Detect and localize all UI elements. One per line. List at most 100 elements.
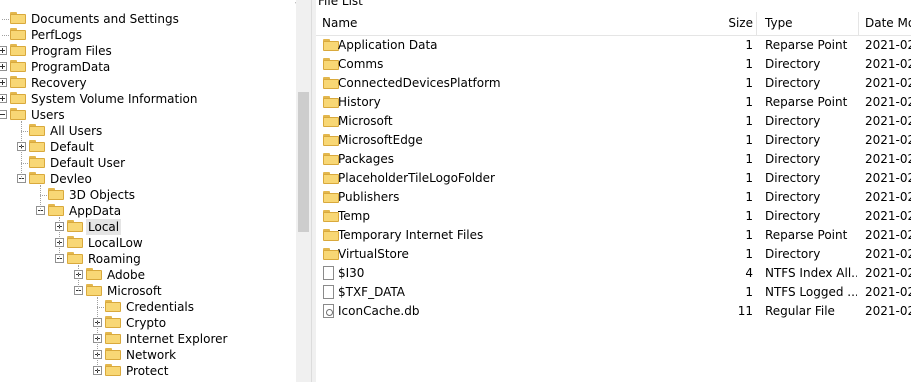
- tree-item[interactable]: Default User: [0, 155, 296, 171]
- tree-item[interactable]: Users: [0, 107, 296, 123]
- expand-icon[interactable]: [0, 94, 7, 103]
- column-header-size[interactable]: Size: [696, 12, 753, 35]
- tree-item[interactable]: AppData: [0, 203, 296, 219]
- file-name: Temporary Internet Files: [338, 228, 484, 242]
- tree-item-label: Protect: [126, 364, 169, 378]
- tree-item[interactable]: Internet Explorer: [0, 331, 296, 347]
- tree-item[interactable]: Recovery: [0, 75, 296, 91]
- file-name: ConnectedDevicesPlatform: [338, 76, 501, 90]
- file-row[interactable]: PlaceholderTileLogoFolder 1 Directory 2021-…: [316, 169, 911, 188]
- file-size: 1: [745, 133, 753, 147]
- file-size: 1: [745, 38, 753, 52]
- tree-item[interactable]: Local: [0, 219, 296, 235]
- folder-icon: [10, 92, 26, 104]
- file-size: 1: [745, 152, 753, 166]
- file-size: 4: [745, 266, 753, 280]
- expand-icon[interactable]: [0, 62, 7, 71]
- tree-item[interactable]: Roaming: [0, 251, 296, 267]
- file-name: VirtualStore: [338, 247, 409, 261]
- file-type: Reparse Point: [765, 95, 848, 109]
- folder-icon: [323, 39, 339, 51]
- file-row[interactable]: Comms 1 Directory 2021-02: [316, 55, 911, 74]
- file-type: NTFS Index All...: [765, 266, 857, 280]
- file-row[interactable]: Publishers 1 Directory 2021-02: [316, 188, 911, 207]
- folder-icon: [86, 284, 102, 296]
- tree-item[interactable]: Program Files: [0, 43, 296, 59]
- tree-guide-line: [21, 121, 22, 179]
- file-size: 1: [745, 171, 753, 185]
- file-icon: [323, 285, 334, 299]
- file-name: Publishers: [338, 190, 400, 204]
- tree-item[interactable]: Crypto: [0, 315, 296, 331]
- file-name: MicrosoftEdge: [338, 133, 423, 147]
- collapse-icon[interactable]: [0, 110, 7, 119]
- tree-item-label: Roaming: [88, 252, 141, 266]
- file-row[interactable]: VirtualStore 1 Directory 2021-02: [316, 245, 911, 264]
- file-row[interactable]: Temporary Internet Files 1 Reparse Point 20…: [316, 226, 911, 245]
- tree-scrollbar[interactable]: [296, 0, 311, 382]
- tree-item-label: PerfLogs: [31, 28, 83, 42]
- column-header-type[interactable]: Type: [765, 12, 857, 35]
- tree-item[interactable]: Credentials: [0, 299, 296, 315]
- file-row[interactable]: Packages 1 Directory 2021-02: [316, 150, 911, 169]
- folder-icon: [10, 44, 26, 56]
- tree-item-label: All Users: [50, 124, 103, 138]
- file-name: Application Data: [338, 38, 438, 52]
- file-row[interactable]: Temp 1 Directory 2021-02: [316, 207, 911, 226]
- folder-icon: [29, 124, 45, 136]
- file-type: Directory: [765, 247, 821, 261]
- tree-item[interactable]: 3D Objects: [0, 187, 296, 203]
- tree-item[interactable]: ProgramData: [0, 59, 296, 75]
- folder-icon: [48, 204, 64, 216]
- tree-item[interactable]: Default: [0, 139, 296, 155]
- column-divider[interactable]: [858, 12, 859, 35]
- tree-scrollbar-thumb[interactable]: [298, 92, 309, 232]
- file-list-title: File List: [318, 0, 363, 8]
- tree-item[interactable]: Microsoft: [0, 283, 296, 299]
- file-size: 1: [745, 247, 753, 261]
- tree-connector: [2, 19, 9, 20]
- tree-item[interactable]: Network: [0, 347, 296, 363]
- file-date: 2021-02: [865, 171, 911, 185]
- folder-icon: [323, 229, 339, 241]
- file-row[interactable]: $TXF_DATA 1 NTFS Logged ... 2021-02: [316, 283, 911, 302]
- tree-connector: [2, 35, 9, 36]
- tree-item[interactable]: System Volume Information: [0, 91, 296, 107]
- tree-item[interactable]: PerfLogs: [0, 27, 296, 43]
- column-divider[interactable]: [756, 12, 757, 35]
- folder-icon: [29, 140, 45, 152]
- tree-item[interactable]: Documents and Settings: [0, 11, 296, 27]
- folder-icon: [10, 28, 26, 40]
- file-row[interactable]: Microsoft 1 Directory 2021-02: [316, 112, 911, 131]
- tree-item[interactable]: Adobe: [0, 267, 296, 283]
- folder-icon: [323, 210, 339, 222]
- tree-item-label: System Volume Information: [31, 92, 198, 106]
- folder-icon: [323, 248, 339, 260]
- file-row[interactable]: $I30 4 NTFS Index All... 2021-02: [316, 264, 911, 283]
- folder-icon: [10, 60, 26, 72]
- column-header-name[interactable]: Name: [322, 12, 692, 35]
- file-row[interactable]: IconCache.db 11 Regular File 2021-02: [316, 302, 911, 321]
- column-header-date[interactable]: Date Mo: [865, 12, 911, 35]
- file-row[interactable]: ConnectedDevicesPlatform 1 Directory 2021-0…: [316, 74, 911, 93]
- file-type: Directory: [765, 114, 821, 128]
- file-date: 2021-02: [865, 95, 911, 109]
- folder-icon: [105, 300, 121, 312]
- tree-item[interactable]: LocalLow: [0, 235, 296, 251]
- tree-item[interactable]: All Users: [0, 123, 296, 139]
- tree-connector: [21, 163, 28, 164]
- expand-icon[interactable]: [0, 78, 7, 87]
- folder-tree-pane[interactable]: × Documents and SettingsPerfLogsProgram …: [0, 0, 312, 382]
- file-row[interactable]: History 1 Reparse Point 2021-02: [316, 93, 911, 112]
- tree-item-label: Internet Explorer: [126, 332, 228, 346]
- file-name: Microsoft: [338, 114, 393, 128]
- folder-icon: [48, 188, 64, 200]
- tree-item[interactable]: Protect: [0, 363, 296, 379]
- tree-item-label: Default: [50, 140, 94, 154]
- tree-item-label: Microsoft: [107, 284, 162, 298]
- file-row[interactable]: Application Data 1 Reparse Point 2021-02: [316, 36, 911, 55]
- expand-icon[interactable]: [0, 46, 7, 55]
- file-row[interactable]: MicrosoftEdge 1 Directory 2021-02: [316, 131, 911, 150]
- tree-item[interactable]: Devleo: [0, 171, 296, 187]
- folder-icon: [105, 316, 121, 328]
